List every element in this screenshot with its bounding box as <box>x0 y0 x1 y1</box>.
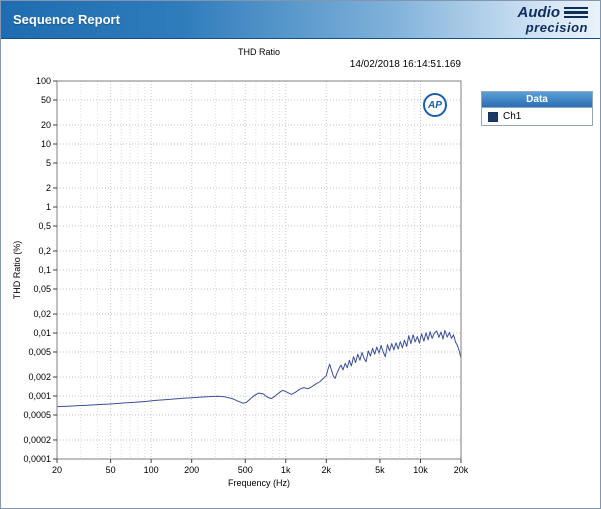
svg-text:2k: 2k <box>322 465 332 475</box>
svg-text:10k: 10k <box>413 465 428 475</box>
svg-text:0,1: 0,1 <box>38 265 51 275</box>
svg-text:0,5: 0,5 <box>38 221 51 231</box>
svg-text:1k: 1k <box>281 465 291 475</box>
ch1-label: Ch1 <box>503 111 522 122</box>
logo-word-precision: precision <box>525 20 588 35</box>
svg-text:0,01: 0,01 <box>33 328 51 338</box>
svg-text:50: 50 <box>41 95 51 105</box>
chart-area: THD Ratio 14/02/2018 16:14:51.169 100 50 2… <box>9 45 489 501</box>
svg-text:0,05: 0,05 <box>33 284 51 294</box>
svg-text:200: 200 <box>184 465 199 475</box>
ch1-color-swatch <box>488 111 498 122</box>
svg-text:500: 500 <box>238 465 253 475</box>
legend-item-ch1: Ch1 <box>482 108 592 125</box>
svg-text:1: 1 <box>46 202 51 212</box>
svg-text:5: 5 <box>46 158 51 168</box>
svg-text:Frequency (Hz): Frequency (Hz) <box>228 478 290 488</box>
chart-timestamp: 14/02/2018 16:14:51.169 <box>349 59 461 70</box>
svg-text:2: 2 <box>46 183 51 193</box>
svg-text:0,02: 0,02 <box>33 309 51 319</box>
logo-word-audio: Audio <box>517 4 561 21</box>
svg-text:5k: 5k <box>375 465 385 475</box>
svg-text:100: 100 <box>144 465 159 475</box>
svg-text:0,0001: 0,0001 <box>23 454 51 464</box>
chart-title: THD Ratio <box>237 47 280 57</box>
svg-text:THD Ratio (%): THD Ratio (%) <box>12 241 22 300</box>
logo-bars-icon <box>564 6 588 19</box>
svg-text:100: 100 <box>36 76 51 86</box>
report-header: Sequence Report Audio precision <box>1 1 600 39</box>
svg-text:0,0002: 0,0002 <box>23 435 51 445</box>
thd-ratio-chart: 100 50 20 10 5 2 1 0,5 0,2 0,1 0,05 0,02 0,01 0,005 0,… <box>9 75 489 500</box>
svg-text:0,0005: 0,0005 <box>23 410 51 420</box>
svg-text:0,002: 0,002 <box>28 372 51 382</box>
svg-text:0,005: 0,005 <box>28 347 51 357</box>
audio-precision-logo: Audio precision <box>517 4 588 35</box>
svg-text:0,001: 0,001 <box>28 391 51 401</box>
svg-text:50: 50 <box>106 465 116 475</box>
svg-text:10: 10 <box>41 139 51 149</box>
legend: Data Ch1 <box>481 91 593 126</box>
legend-header: Data <box>482 92 592 108</box>
svg-text:0,2: 0,2 <box>38 246 51 256</box>
report-title: Sequence Report <box>13 12 120 27</box>
svg-text:20: 20 <box>41 120 51 130</box>
ap-logo-badge: AP <box>423 93 447 117</box>
ap-badge-text: AP <box>428 99 442 111</box>
sequence-report-window: Sequence Report Audio precision THD Rati… <box>0 0 601 509</box>
svg-text:20k: 20k <box>454 465 469 475</box>
svg-text:20: 20 <box>52 465 62 475</box>
